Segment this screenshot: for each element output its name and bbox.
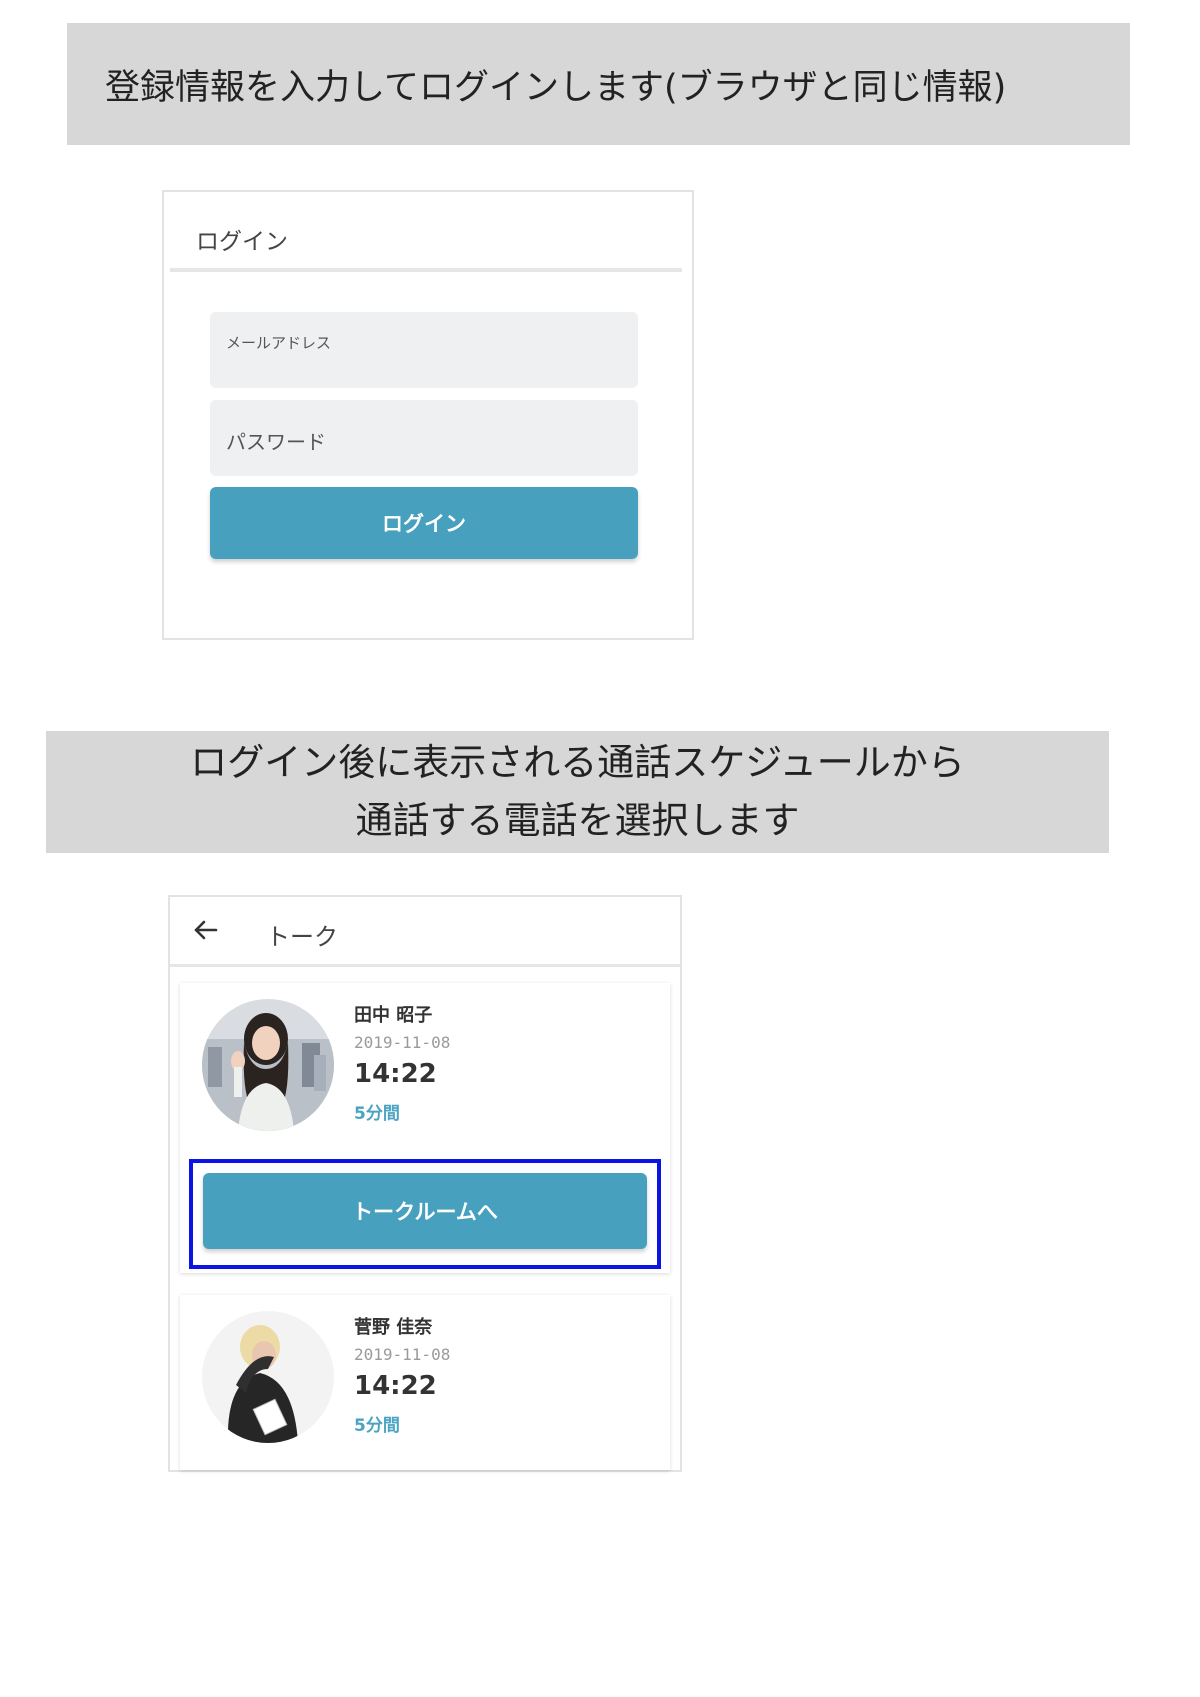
email-field[interactable]: メールアドレス	[210, 312, 638, 388]
login-button-label: ログイン	[382, 512, 466, 536]
arrow-left-icon[interactable]	[190, 915, 220, 945]
instruction-text-schedule-line2: 通話する電話を選択します	[355, 799, 800, 842]
password-field-label: パスワード	[226, 430, 326, 454]
password-field[interactable]: パスワード	[210, 400, 638, 476]
instruction-text-schedule-line1: ログイン後に表示される通話スケジュールから	[190, 741, 965, 784]
email-field-label: メールアドレス	[226, 334, 332, 352]
call-date: 2019-11-08	[354, 1033, 451, 1052]
avatar	[202, 1311, 334, 1443]
call-duration: 5分間	[354, 1104, 400, 1124]
call-date: 2019-11-08	[354, 1345, 451, 1364]
talk-header: トーク	[170, 897, 680, 967]
caller-name: 田中 昭子	[354, 1005, 433, 1026]
caller-name: 菅野 佳奈	[354, 1317, 433, 1338]
login-screen: ログイン メールアドレス パスワード ログイン	[162, 190, 694, 640]
instruction-banner-schedule: ログイン後に表示される通話スケジュールから 通話する電話を選択します	[46, 731, 1109, 853]
avatar	[202, 999, 334, 1131]
instruction-text-login: 登録情報を入力してログインします(ブラウザと同じ情報)	[105, 67, 1007, 108]
login-button[interactable]: ログイン	[210, 487, 638, 559]
instruction-banner-login: 登録情報を入力してログインします(ブラウザと同じ情報)	[67, 23, 1130, 145]
login-title: ログイン	[196, 229, 288, 255]
login-header: ログイン	[170, 192, 682, 272]
talk-screen: トーク 田中 昭子 2019-11-08 14:22 5分間 トークルームへ 菅…	[168, 895, 682, 1472]
talk-title: トーク	[266, 923, 338, 951]
call-time: 14:22	[354, 1371, 437, 1401]
call-duration: 5分間	[354, 1416, 400, 1436]
talkroom-button-label: トークルームへ	[352, 1200, 498, 1224]
call-time: 14:22	[354, 1059, 437, 1089]
talkroom-button[interactable]: トークルームへ	[203, 1173, 647, 1249]
call-schedule-item[interactable]: 菅野 佳奈 2019-11-08 14:22 5分間	[180, 1295, 670, 1470]
call-schedule-item[interactable]: 田中 昭子 2019-11-08 14:22 5分間 トークルームへ	[180, 983, 670, 1273]
